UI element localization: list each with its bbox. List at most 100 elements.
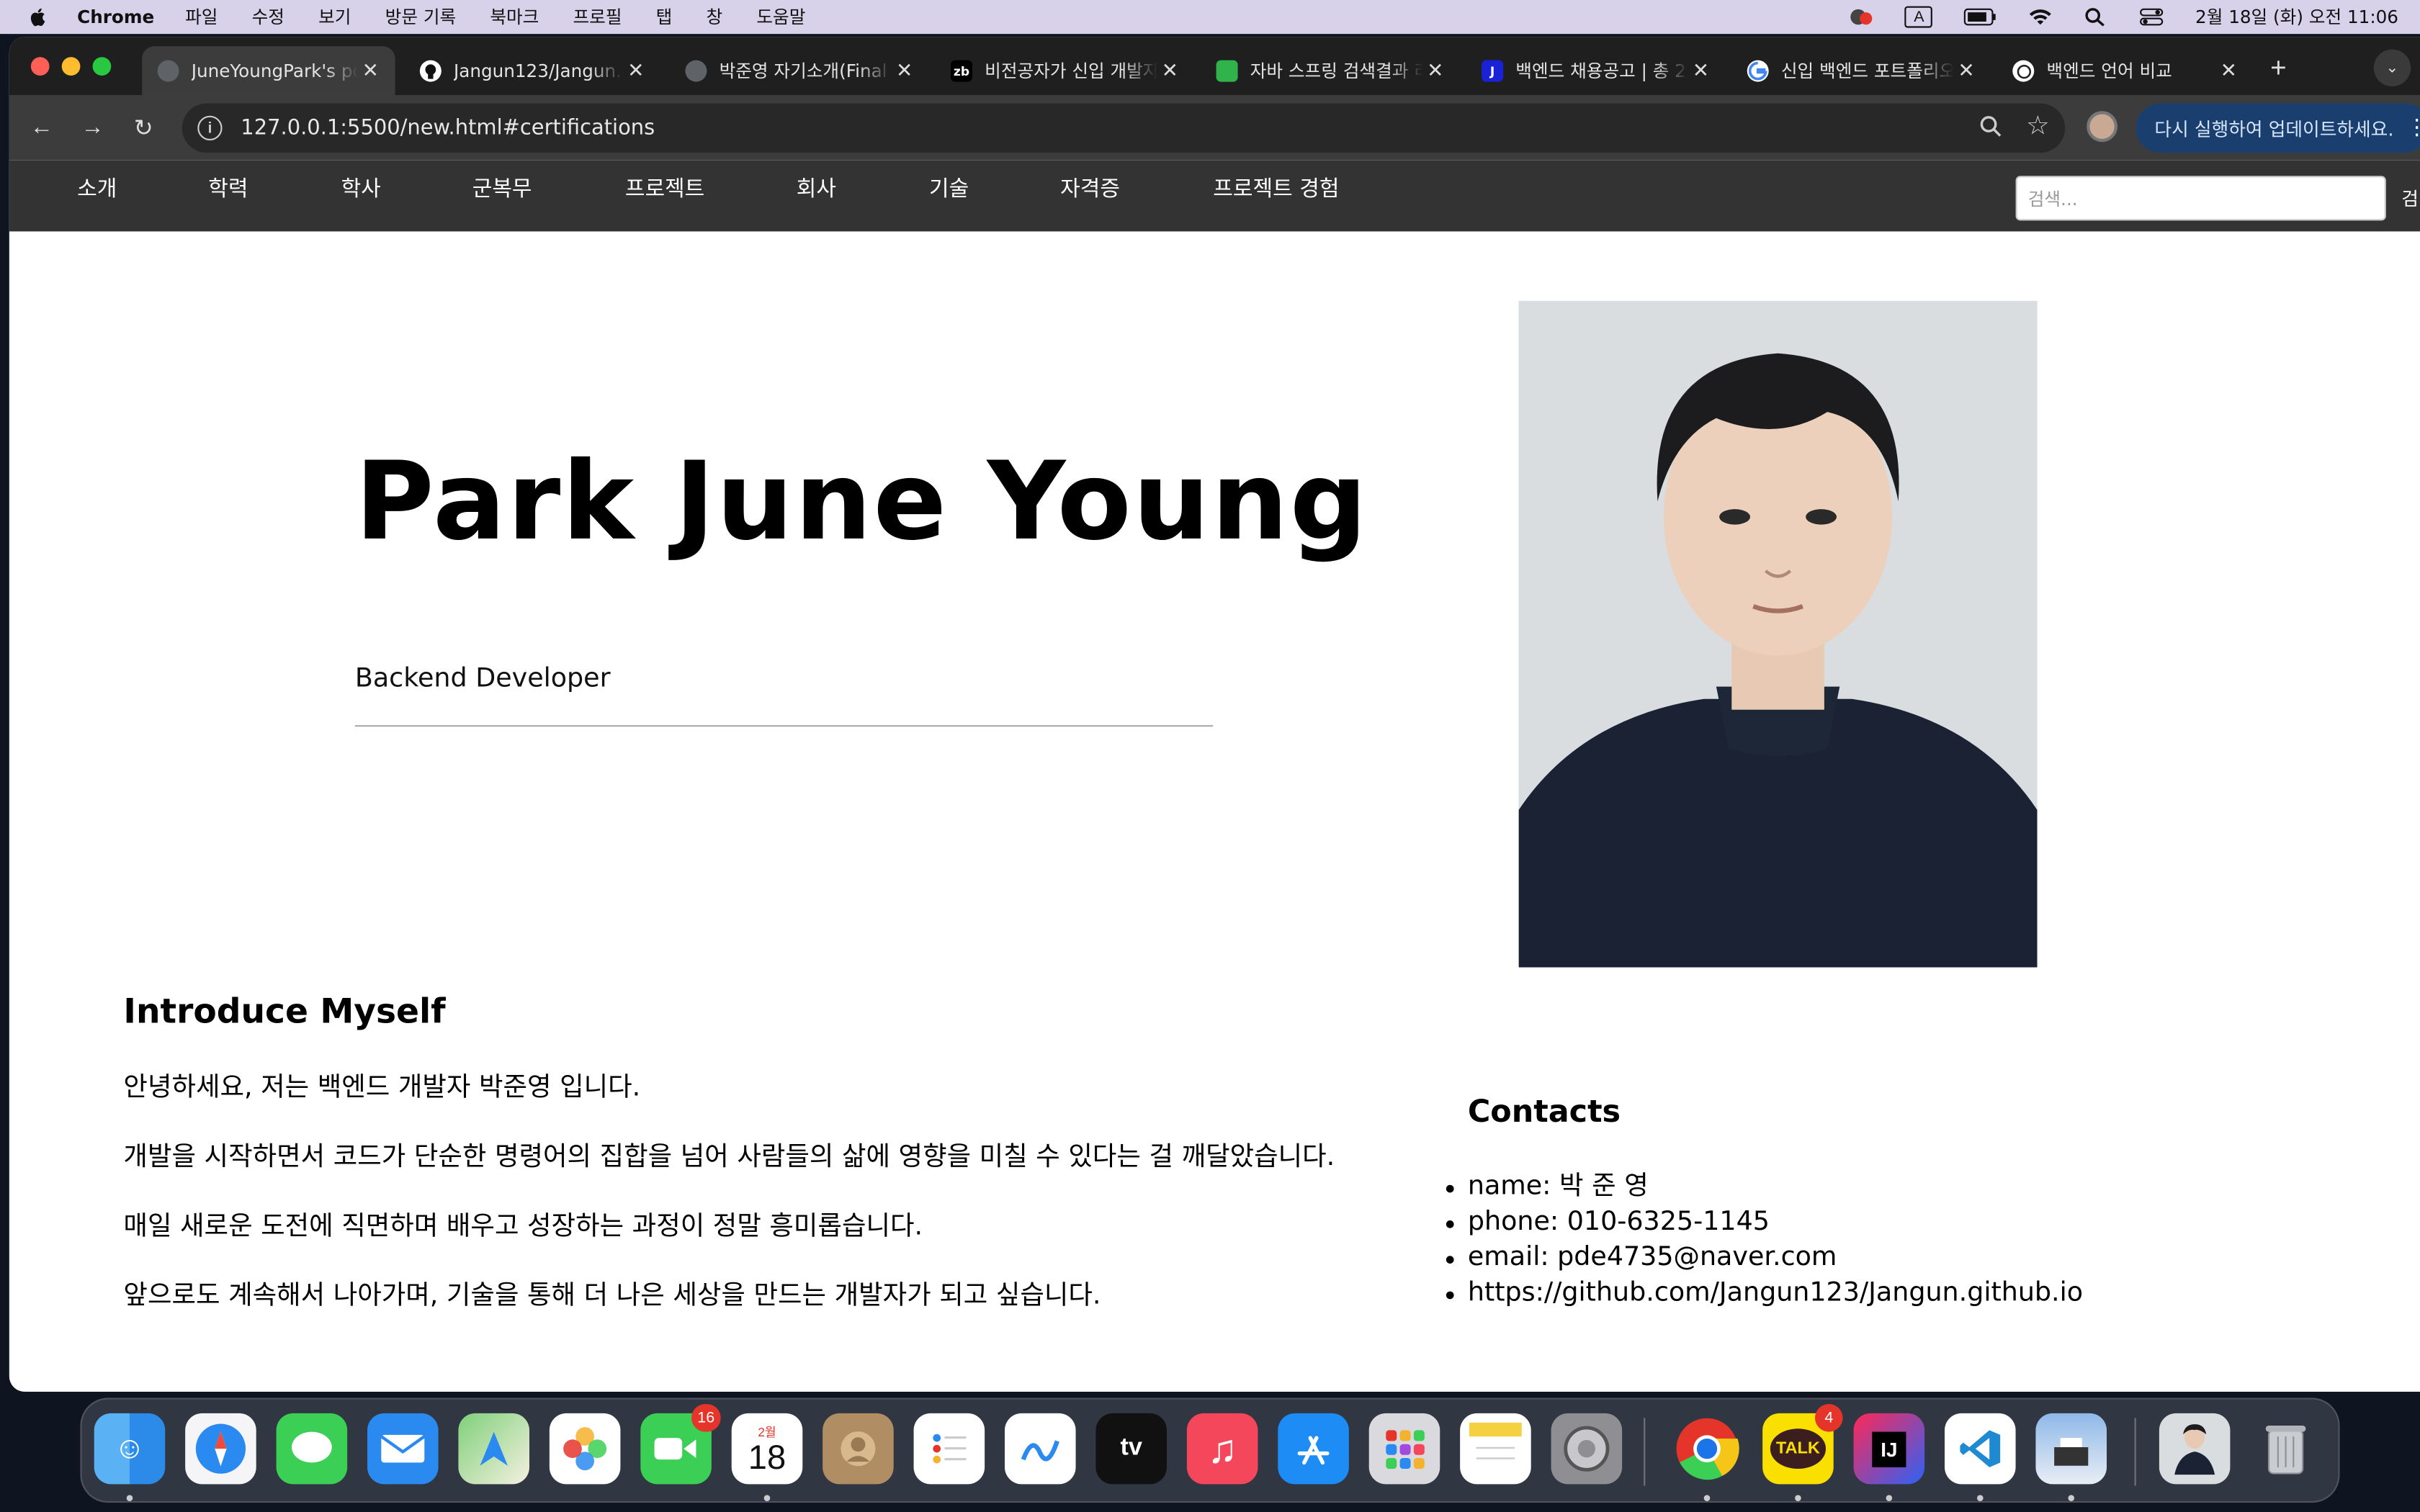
- safari-icon[interactable]: [185, 1413, 256, 1485]
- running-indicator: [1977, 1495, 1984, 1501]
- messages-icon[interactable]: [276, 1413, 348, 1485]
- nav-link-education[interactable]: 학력: [208, 173, 248, 204]
- nav-link-degree[interactable]: 학사: [341, 173, 381, 204]
- tab-search-chevron-icon[interactable]: ⌄: [2373, 49, 2411, 86]
- freeform-icon[interactable]: [1005, 1413, 1076, 1485]
- github-icon: [419, 60, 442, 82]
- menu-window[interactable]: 창: [707, 4, 723, 29]
- kakaotalk-label: TALK: [1770, 1428, 1827, 1469]
- battery-icon[interactable]: [1964, 8, 1998, 27]
- tab-zb-article[interactable]: zb 비전공자가 신입 개발자 ✕: [936, 46, 1195, 96]
- menu-help[interactable]: 도움말: [756, 4, 805, 29]
- trash-icon[interactable]: [2250, 1413, 2321, 1485]
- tab-job-postings[interactable]: J 백엔드 채용공고 | 총 23 ✕: [1466, 46, 1726, 96]
- zoom-window-button[interactable]: [92, 57, 112, 76]
- contact-github-link[interactable]: https://github.com/Jangun123/Jangun.gith…: [1446, 1276, 2083, 1311]
- menu-app-name[interactable]: Chrome: [77, 6, 154, 28]
- bookmark-star-icon[interactable]: ☆: [2026, 111, 2050, 142]
- reminders-icon[interactable]: [913, 1413, 985, 1485]
- address-bar[interactable]: i 127.0.0.1:5500/new.html#certifications…: [182, 103, 2066, 153]
- menubar-clock[interactable]: 2월 18일 (화) 오전 11:06: [2195, 4, 2398, 29]
- site-search-input[interactable]: [2015, 176, 2386, 221]
- menu-history[interactable]: 방문 기록: [385, 4, 457, 29]
- relaunch-update-button[interactable]: 다시 실행하여 업데이트하세요. ⋮: [2136, 103, 2420, 153]
- nav-link-projects[interactable]: 프로젝트: [625, 173, 704, 204]
- chrome-icon[interactable]: [1672, 1413, 1743, 1485]
- control-center-icon[interactable]: [2140, 8, 2164, 27]
- zb-icon: zb: [951, 60, 972, 82]
- tab-close-icon[interactable]: ✕: [1423, 60, 1448, 83]
- new-tab-plus-icon[interactable]: +: [2270, 53, 2287, 85]
- apple-icon[interactable]: [28, 6, 50, 28]
- hero-role: Backend Developer: [354, 663, 611, 695]
- globe-icon: [157, 60, 179, 82]
- nav-link-intro[interactable]: 소개: [77, 173, 117, 204]
- finder-icon[interactable]: ☺: [94, 1413, 166, 1485]
- address-url[interactable]: 127.0.0.1:5500/new.html#certifications: [241, 116, 655, 140]
- nav-link-skills[interactable]: 기술: [929, 173, 969, 204]
- apple-tv-icon[interactable]: tv: [1095, 1413, 1167, 1485]
- maps-icon[interactable]: [458, 1413, 529, 1485]
- tab-github[interactable]: Jangun123/Jangun.github.io ✕: [404, 46, 660, 96]
- macos-menubar: Chrome 파일 수정 보기 방문 기록 북마크 프로필 탭 창 도움말 A …: [0, 0, 2420, 35]
- music-icon[interactable]: ♫: [1186, 1413, 1258, 1485]
- vscode-icon[interactable]: [1945, 1413, 2016, 1485]
- tab-close-icon[interactable]: ✕: [2216, 60, 2241, 83]
- kakaotalk-icon[interactable]: TALK 4: [1762, 1403, 1843, 1485]
- menu-profiles[interactable]: 프로필: [573, 4, 622, 29]
- intellij-icon[interactable]: IJ: [1853, 1413, 1925, 1485]
- tab-spring-search[interactable]: 자바 스프링 검색결과 리 ✕: [1201, 46, 1460, 96]
- nav-link-certifications[interactable]: 자격증: [1060, 173, 1120, 204]
- tab-google-portfolio[interactable]: 신입 백엔드 포트폴리오 ✕: [1731, 46, 1991, 96]
- reload-icon[interactable]: ↻: [130, 114, 158, 142]
- input-source-indicator[interactable]: A: [1905, 6, 1933, 28]
- calendar-icon[interactable]: 2월 18: [731, 1413, 803, 1485]
- tab-close-icon[interactable]: ✕: [624, 60, 648, 83]
- close-window-button[interactable]: [30, 57, 50, 76]
- app-store-icon[interactable]: [1278, 1413, 1349, 1485]
- tab-close-icon[interactable]: ✕: [1954, 60, 1978, 83]
- google-icon: [1747, 60, 1769, 82]
- spotlight-search-icon[interactable]: [2084, 8, 2109, 27]
- tab-close-icon[interactable]: ✕: [1157, 60, 1182, 83]
- downloads-stack-icon[interactable]: [2159, 1413, 2231, 1485]
- menu-file[interactable]: 파일: [185, 4, 218, 29]
- site-info-icon[interactable]: i: [197, 115, 223, 140]
- tab-close-icon[interactable]: ✕: [358, 60, 382, 83]
- kebab-menu-icon[interactable]: ⋮: [2406, 116, 2420, 140]
- notification-center-icon[interactable]: [1850, 8, 1874, 27]
- kakaotalk-badge: 4: [1815, 1403, 1843, 1432]
- back-arrow-icon[interactable]: ←: [28, 114, 56, 140]
- launchpad-icon[interactable]: [1368, 1413, 1440, 1485]
- tab-self-intro[interactable]: 박준영 자기소개(Final ✕: [670, 46, 929, 96]
- tab-title: 비전공자가 신입 개발자: [985, 60, 1158, 82]
- intro-paragraph: 개발을 시작하면서 코드가 단순한 명령어의 집합을 넘어 사람들의 삶에 영향…: [123, 1141, 1335, 1173]
- minimize-window-button[interactable]: [61, 57, 81, 76]
- site-search-button[interactable]: 검: [2401, 185, 2419, 211]
- notes-icon[interactable]: [1460, 1413, 1531, 1485]
- site-navbar: 소개 학력 학사 군복무 프로젝트 회사 기술 자격증 프로젝트 경험 검: [9, 160, 2420, 232]
- nav-link-project-experience[interactable]: 프로젝트 경험: [1213, 173, 1339, 204]
- photos-icon[interactable]: [549, 1413, 621, 1485]
- tab-close-icon[interactable]: ✕: [892, 60, 917, 83]
- forward-arrow-icon[interactable]: →: [79, 114, 107, 140]
- menu-bookmarks[interactable]: 북마크: [490, 4, 539, 29]
- preview-icon[interactable]: [2035, 1413, 2107, 1485]
- tab-chatgpt[interactable]: 백엔드 언어 비교 ✕: [1997, 46, 2254, 96]
- menu-view[interactable]: 보기: [318, 4, 351, 29]
- zoom-magnifier-icon[interactable]: [1978, 114, 2003, 139]
- facetime-icon[interactable]: 16: [640, 1403, 721, 1485]
- tab-title: 신입 백엔드 포트폴리오: [1780, 60, 1954, 82]
- contacts-icon[interactable]: [823, 1413, 894, 1485]
- nav-link-company[interactable]: 회사: [797, 173, 836, 204]
- mail-icon[interactable]: [367, 1413, 439, 1485]
- wifi-icon[interactable]: [2029, 8, 2053, 27]
- tab-portfolio[interactable]: JuneYoungPark's portfolio ✕: [142, 46, 395, 96]
- running-indicator: [126, 1495, 133, 1501]
- menu-edit[interactable]: 수정: [252, 4, 284, 29]
- tab-close-icon[interactable]: ✕: [1688, 60, 1713, 83]
- profile-avatar[interactable]: [2087, 111, 2118, 143]
- system-settings-icon[interactable]: [1551, 1413, 1623, 1485]
- nav-link-military[interactable]: 군복무: [472, 173, 532, 204]
- menu-tab[interactable]: 탭: [656, 4, 673, 29]
